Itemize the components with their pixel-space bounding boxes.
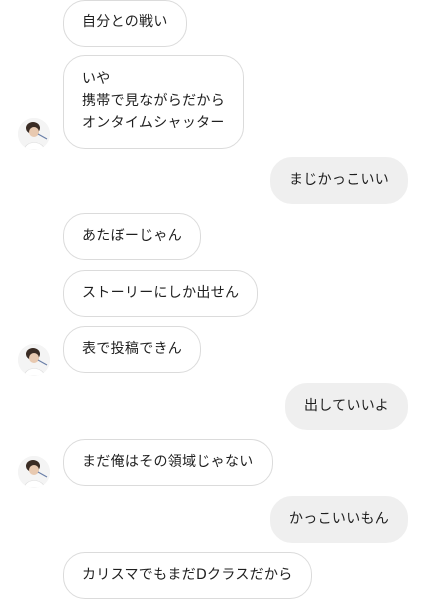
message-text: かっこいいもん [289,511,390,527]
message-bubble-sent[interactable]: かっこいいもん [270,496,409,543]
message-bubble-received[interactable]: まだ俺はその領域じゃない [63,439,273,486]
message-text: オンタイムシャッター [82,115,225,131]
message-text: まだ俺はその領域じゃない [82,454,254,470]
message-bubble-sent[interactable]: 出していいよ [285,383,409,430]
profile-avatar-icon[interactable] [18,118,50,150]
message-text: 表で投稿できん [82,341,183,357]
message-bubble-received[interactable]: カリスマでもまだDクラスだから [63,552,312,599]
message-text: 自分との戦い [82,14,168,30]
message-text: まじかっこいい [289,172,390,188]
profile-avatar-icon[interactable] [18,456,50,488]
profile-avatar-icon[interactable] [18,344,50,376]
message-bubble-received[interactable]: ストーリーにしか出せん [63,270,259,317]
message-bubble-received[interactable]: 自分との戦い [63,0,187,47]
message-text: いや [82,71,111,87]
message-bubble-received[interactable]: 表で投稿できん [63,326,202,373]
message-text: あたぼーじゃん [82,228,183,244]
message-text: ストーリーにしか出せん [82,285,240,301]
message-bubble-received[interactable]: いや 携帯で見ながらだから オンタイムシャッター [63,55,244,149]
message-text: カリスマでもまだDクラスだから [82,567,293,583]
message-bubble-received[interactable]: あたぼーじゃん [63,213,202,260]
message-text: 出していいよ [304,398,390,414]
message-bubble-sent[interactable]: まじかっこいい [270,157,409,204]
message-text: 携帯で見ながらだから [82,93,225,109]
